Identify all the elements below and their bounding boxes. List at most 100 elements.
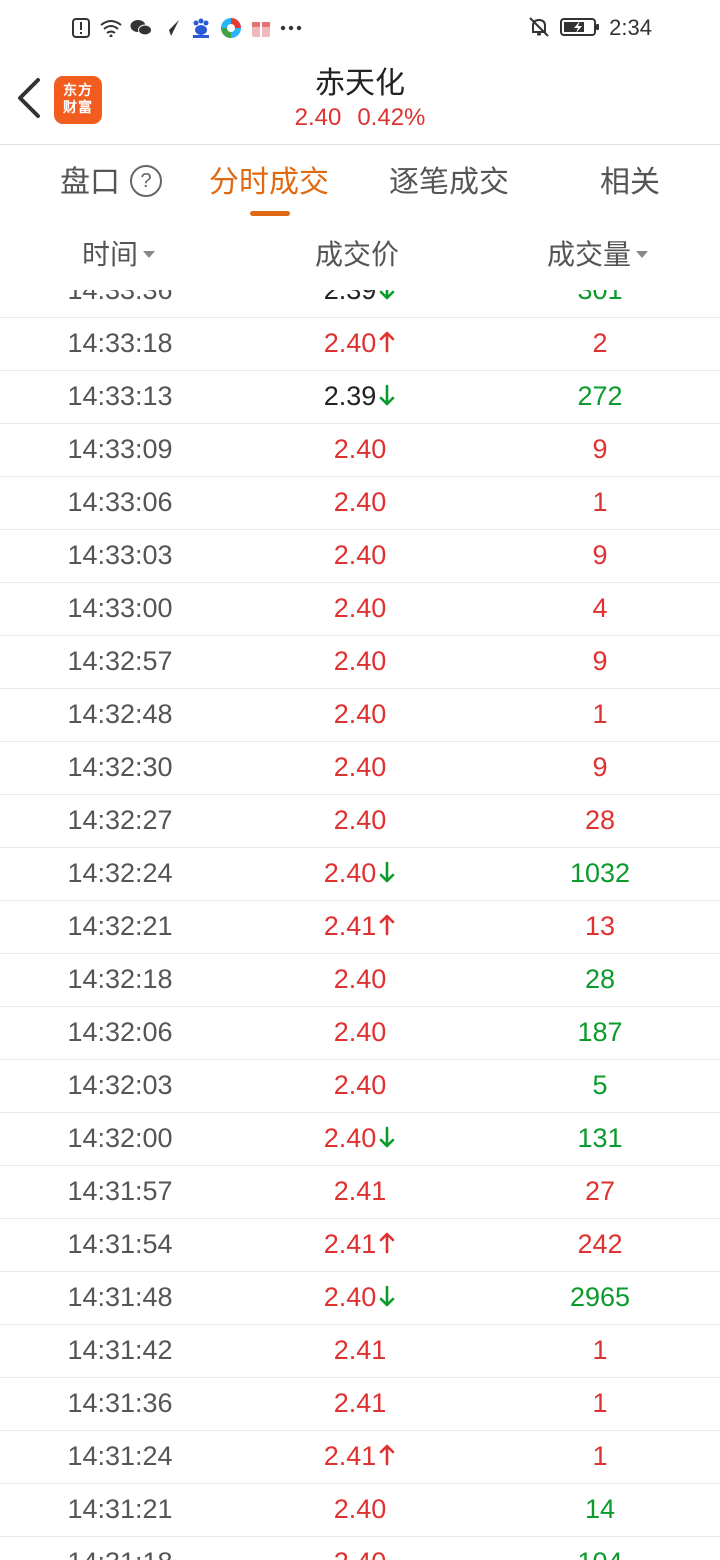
trade-price: 2.40 bbox=[333, 487, 387, 517]
wechat-icon bbox=[130, 17, 152, 39]
more-dots-icon bbox=[280, 17, 302, 39]
trade-price: 2.40 bbox=[333, 805, 387, 835]
trade-price: 2.41 bbox=[323, 1229, 377, 1259]
trade-price-cell: 2.40 bbox=[240, 1112, 480, 1165]
trade-price-cell: 2.41 bbox=[240, 1218, 480, 1271]
tab-tick-trades[interactable]: 逐笔成交 bbox=[389, 145, 509, 221]
price-column-header: 成交价 bbox=[315, 220, 399, 290]
alert-icon bbox=[70, 17, 92, 39]
trade-price: 2.40 bbox=[333, 752, 387, 782]
table-row: 14:32:21 2.41 13 bbox=[0, 900, 720, 954]
table-row: 14:32:00 2.40 131 bbox=[0, 1112, 720, 1166]
trade-time: 14:33:03 bbox=[67, 540, 173, 570]
trade-volume: 5 bbox=[592, 1070, 608, 1100]
tab-order-book[interactable]: 盘口? bbox=[60, 145, 162, 221]
gift-box-icon bbox=[250, 17, 272, 39]
trade-volume: 1 bbox=[592, 1441, 608, 1471]
tab-tick-trades-label: 逐笔成交 bbox=[389, 165, 509, 200]
trade-time: 14:32:06 bbox=[67, 1017, 173, 1047]
arrow-down-icon bbox=[379, 1126, 395, 1148]
trade-price-cell: 2.40 bbox=[240, 1271, 480, 1324]
trade-time: 14:32:48 bbox=[67, 699, 173, 729]
trade-price-cell: 2.40 bbox=[240, 529, 480, 582]
trade-volume: 131 bbox=[577, 1123, 623, 1153]
trade-time: 14:32:24 bbox=[67, 858, 173, 888]
trade-price-cell: 2.41 bbox=[240, 1165, 480, 1218]
trade-time: 14:31:24 bbox=[67, 1441, 173, 1471]
trade-price: 2.40 bbox=[323, 1123, 377, 1153]
bell-off-icon bbox=[528, 16, 550, 38]
status-time: 2:34 bbox=[609, 15, 652, 40]
trades-list[interactable]: 14:33:36 2.39 301 14:33:18 2.40 2 14:33:13 2.39… bbox=[0, 264, 720, 1560]
tab-bar: 盘口? 分时成交 逐笔成交 相关 bbox=[0, 144, 720, 222]
trade-price-cell: 2.41 bbox=[240, 1430, 480, 1483]
trade-time: 14:32:00 bbox=[67, 1123, 173, 1153]
trade-price-cell: 2.41 bbox=[240, 1324, 480, 1377]
trade-time: 14:32:21 bbox=[67, 911, 173, 941]
trade-volume: 104 bbox=[480, 1536, 720, 1560]
trade-time: 14:32:57 bbox=[67, 646, 173, 676]
trade-price: 2.40 bbox=[334, 1547, 387, 1560]
baidu-icon bbox=[190, 17, 212, 39]
table-row: 14:31:54 2.41 242 bbox=[0, 1218, 720, 1272]
trade-price: 2.40 bbox=[323, 1282, 377, 1312]
trade-price-cell: 2.40 bbox=[240, 1536, 480, 1560]
trade-volume: 272 bbox=[577, 381, 623, 411]
trade-volume: 1032 bbox=[569, 858, 631, 888]
status-bar: 2:34 bbox=[0, 0, 720, 56]
tab-intraday-trades[interactable]: 分时成交 bbox=[209, 145, 329, 221]
table-row: 14:32:24 2.40 1032 bbox=[0, 847, 720, 901]
trade-time: 14:33:13 bbox=[67, 381, 173, 411]
trade-volume: 1 bbox=[592, 1388, 608, 1418]
trade-time: 14:32:27 bbox=[67, 805, 173, 835]
table-row: 14:31:48 2.40 2965 bbox=[0, 1271, 720, 1325]
arrow-up-icon bbox=[379, 1232, 395, 1254]
stock-header: 东方 财富 赤天化 2.40 0.42% bbox=[0, 56, 720, 144]
tab-related[interactable]: 相关 bbox=[600, 145, 660, 221]
trade-price-cell: 2.40 bbox=[240, 635, 480, 688]
tab-related-label: 相关 bbox=[600, 165, 660, 200]
trade-volume: 9 bbox=[592, 646, 608, 676]
sort-caret-icon bbox=[636, 250, 649, 258]
trade-time: 14:31:57 bbox=[67, 1176, 173, 1206]
trade-volume: 2965 bbox=[569, 1282, 631, 1312]
trade-price-cell: 2.39 bbox=[240, 370, 480, 423]
trade-price: 2.41 bbox=[323, 1441, 377, 1471]
trade-time: 14:31:18 bbox=[0, 1536, 240, 1560]
trade-price-cell: 2.40 bbox=[240, 688, 480, 741]
tab-order-book-label: 盘口 bbox=[60, 165, 120, 200]
trade-price-cell: 2.40 bbox=[240, 1006, 480, 1059]
trade-volume: 28 bbox=[584, 964, 616, 994]
volume-column-header[interactable]: 成交量 bbox=[547, 220, 649, 290]
table-row: 14:32:30 2.40 9 bbox=[0, 741, 720, 795]
trade-volume: 27 bbox=[584, 1176, 616, 1206]
colorful-app-icon bbox=[220, 17, 242, 39]
trade-price: 2.41 bbox=[333, 1388, 387, 1418]
table-row: 14:31:57 2.41 27 bbox=[0, 1165, 720, 1219]
stock-price: 2.40 bbox=[294, 104, 342, 131]
trade-price: 2.40 bbox=[333, 964, 387, 994]
help-icon[interactable]: ? bbox=[130, 164, 162, 197]
trade-time: 14:31:48 bbox=[67, 1282, 173, 1312]
time-column-header[interactable]: 时间 bbox=[82, 220, 156, 290]
trade-volume: 13 bbox=[584, 911, 616, 941]
trade-price-cell: 2.40 bbox=[240, 1483, 480, 1536]
arrow-down-icon bbox=[379, 384, 395, 406]
table-row: 14:33:00 2.40 4 bbox=[0, 582, 720, 636]
table-row: 14:31:21 2.40 14 bbox=[0, 1483, 720, 1537]
trade-price: 2.41 bbox=[333, 1335, 387, 1365]
sort-caret-icon bbox=[143, 250, 156, 258]
trade-volume: 9 bbox=[592, 540, 608, 570]
stock-quote: 2.40 0.42% bbox=[0, 104, 720, 132]
table-row: 14:33:13 2.39 272 bbox=[0, 370, 720, 424]
stock-name: 赤天化 bbox=[315, 66, 405, 101]
trade-time: 14:32:18 bbox=[67, 964, 173, 994]
column-header: 时间 成交价 成交量 bbox=[0, 220, 720, 290]
trade-price-cell: 2.40 bbox=[240, 476, 480, 529]
trade-price-cell: 2.40 bbox=[240, 741, 480, 794]
trade-price-cell: 2.40 bbox=[240, 423, 480, 476]
trade-volume: 1 bbox=[592, 1335, 608, 1365]
trade-time: 14:31:21 bbox=[67, 1494, 173, 1524]
trade-time: 14:31:36 bbox=[67, 1388, 173, 1418]
trade-volume: 242 bbox=[577, 1229, 623, 1259]
